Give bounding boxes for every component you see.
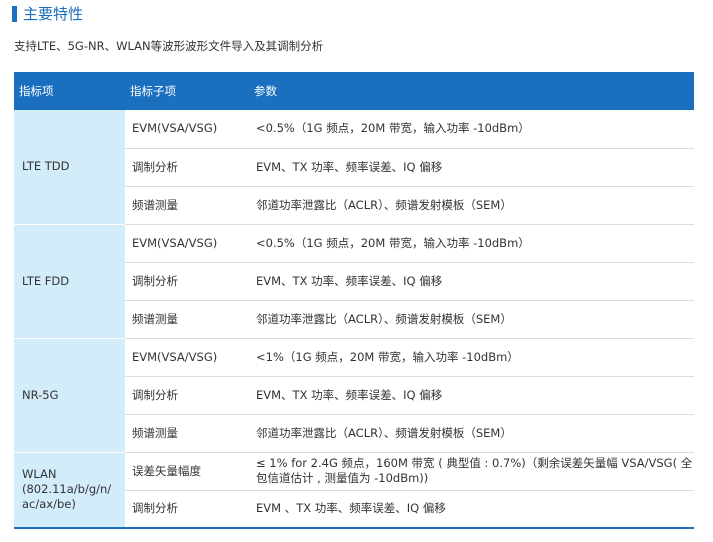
table-row: LTE TDD EVM(VSA/VSG) <0.5%（1G 频点，20M 带宽，… [14,110,694,225]
sub-item-cell: 频谱测量 [125,300,249,339]
param-cell: <0.5%（1G 频点，20M 带宽，输入功率 -10dBm） [249,110,694,149]
table-row: NR-5G EVM(VSA/VSG) <1%（1G 频点，20M 带宽，输入功率… [14,338,694,453]
header-sub: 指标子项 [125,72,249,110]
sub-item-cell: 频谱测量 [125,186,249,225]
table-row: WLAN (802.11a/b/g/n/ ac/ax/be) 误差矢量幅度 ≤ … [14,452,694,529]
sub-item-cell: 调制分析 [125,490,249,529]
heading-accent-bar [12,6,17,22]
sub-item-cell: 调制分析 [125,376,249,415]
sub-item-cell: EVM(VSA/VSG) [125,110,249,149]
category-cell: LTE FDD [14,224,125,339]
param-cell: <0.5%（1G 频点，20M 带宽，输入功率 -10dBm） [249,224,694,263]
spec-table: 指标项 指标子项 参数 LTE TDD EVM(VSA/VSG) <0.5%（1… [14,72,694,529]
section-heading: 主要特性 [12,4,83,24]
section-intro: 支持LTE、5G-NR、WLAN等波形波形文件导入及其调制分析 [14,39,324,53]
sub-item-cell: 调制分析 [125,262,249,301]
sub-item-cell: 频谱测量 [125,414,249,453]
param-cell: EVM、TX 功率、频率误差、IQ 偏移 [249,376,694,415]
param-cell: 邻道功率泄露比（ACLR）、频谱发射模板（SEM） [249,414,694,453]
header-param: 参数 [249,72,694,110]
sub-item-cell: EVM(VSA/VSG) [125,338,249,377]
param-cell: <1%（1G 频点，20M 带宽，输入功率 -10dBm） [249,338,694,377]
header-category: 指标项 [14,72,125,110]
category-cell: WLAN (802.11a/b/g/n/ ac/ax/be) [14,452,125,529]
param-cell: 邻道功率泄露比（ACLR）、频谱发射模板（SEM） [249,300,694,339]
table-header-row: 指标项 指标子项 参数 [14,72,694,110]
sub-item-cell: 调制分析 [125,148,249,187]
sub-item-cell: 误差矢量幅度 [125,452,249,491]
param-cell: EVM、TX 功率、频率误差、IQ 偏移 [249,148,694,187]
table-row: LTE FDD EVM(VSA/VSG) <0.5%（1G 频点，20M 带宽，… [14,224,694,339]
param-cell: EVM、TX 功率、频率误差、IQ 偏移 [249,262,694,301]
category-cell: NR-5G [14,338,125,453]
param-cell: ≤ 1% for 2.4G 频点，160M 带宽 ( 典型值 : 0.7%)（剩… [249,452,694,491]
section-title: 主要特性 [23,5,84,23]
category-cell: LTE TDD [14,110,125,225]
sub-item-cell: EVM(VSA/VSG) [125,224,249,263]
page: 主要特性 支持LTE、5G-NR、WLAN等波形波形文件导入及其调制分析 指标项… [0,0,713,542]
param-cell: 邻道功率泄露比（ACLR）、频谱发射模板（SEM） [249,186,694,225]
param-cell: EVM 、TX 功率、频率误差、IQ 偏移 [249,490,694,529]
